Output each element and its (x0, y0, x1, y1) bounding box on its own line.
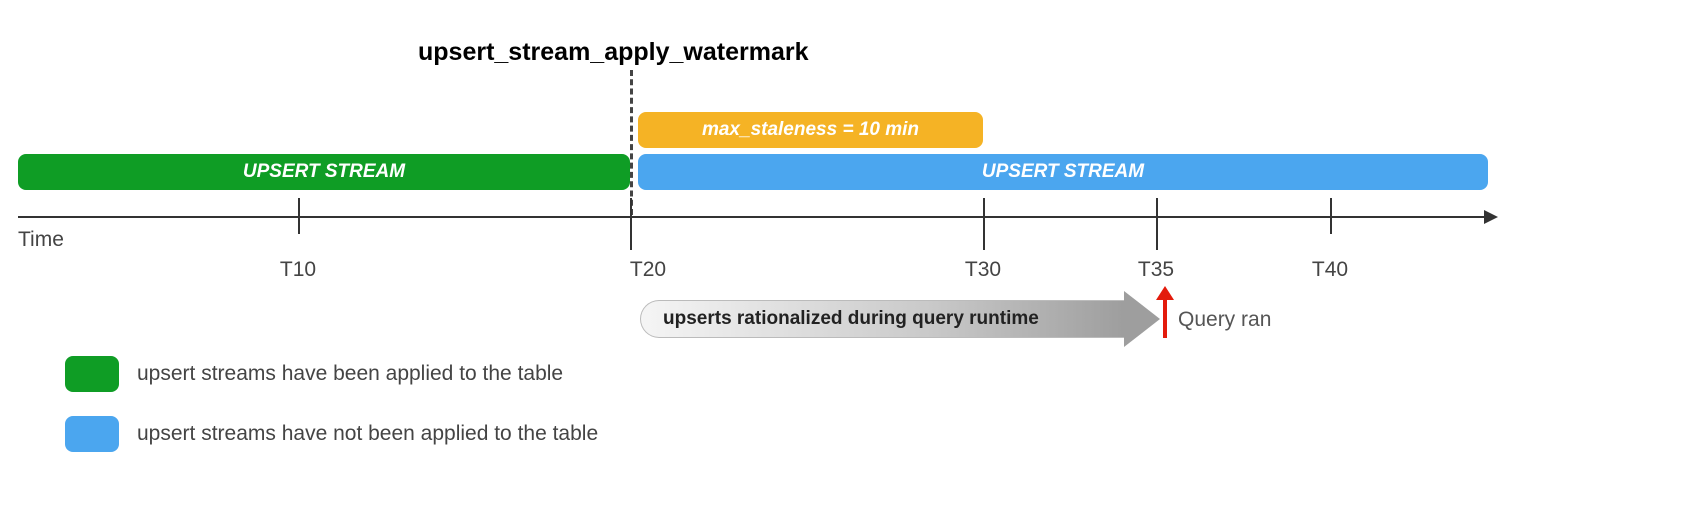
time-axis (18, 216, 1484, 218)
staleness-label: max_staleness = 10 min (702, 119, 919, 141)
blue-stream-bar: UPSERT STREAM (638, 154, 1488, 190)
query-arrow-shaft (1163, 298, 1167, 338)
watermark-line (630, 70, 633, 215)
legend-blue-text: upsert streams have not been applied to … (137, 422, 598, 446)
diagram-title: upsert_stream_apply_watermark (418, 38, 808, 67)
rationalized-arrow-head-icon (1124, 291, 1160, 347)
tick-label-t40: T40 (1312, 258, 1348, 282)
tick-label-t20: T20 (630, 258, 666, 282)
time-axis-arrow-icon (1484, 210, 1498, 224)
green-stream-label: UPSERT STREAM (243, 161, 405, 183)
legend-swatch-blue (65, 416, 119, 452)
rationalized-body: upserts rationalized during query runtim… (640, 300, 1124, 338)
tick-t30 (983, 198, 985, 250)
legend-blue: upsert streams have not been applied to … (65, 416, 598, 452)
query-label: Query ran (1178, 308, 1271, 332)
diagram-canvas: { "title": "upsert_stream_apply_watermar… (0, 0, 1696, 530)
blue-stream-label: UPSERT STREAM (982, 161, 1144, 183)
tick-t35 (1156, 198, 1158, 250)
legend-green: upsert streams have been applied to the … (65, 356, 563, 392)
legend-swatch-green (65, 356, 119, 392)
query-arrow (1156, 286, 1174, 338)
staleness-bar: max_staleness = 10 min (638, 112, 983, 148)
rationalized-arrow: upserts rationalized during query runtim… (640, 300, 1160, 338)
tick-label-t30: T30 (965, 258, 1001, 282)
legend-green-text: upsert streams have been applied to the … (137, 362, 563, 386)
rationalized-label: upserts rationalized during query runtim… (663, 308, 1039, 330)
tick-t40 (1330, 198, 1332, 234)
tick-t20 (630, 198, 632, 250)
tick-t10 (298, 198, 300, 234)
tick-label-t10: T10 (280, 258, 316, 282)
tick-label-t35: T35 (1138, 258, 1174, 282)
green-stream-bar: UPSERT STREAM (18, 154, 630, 190)
time-axis-label: Time (18, 228, 64, 252)
